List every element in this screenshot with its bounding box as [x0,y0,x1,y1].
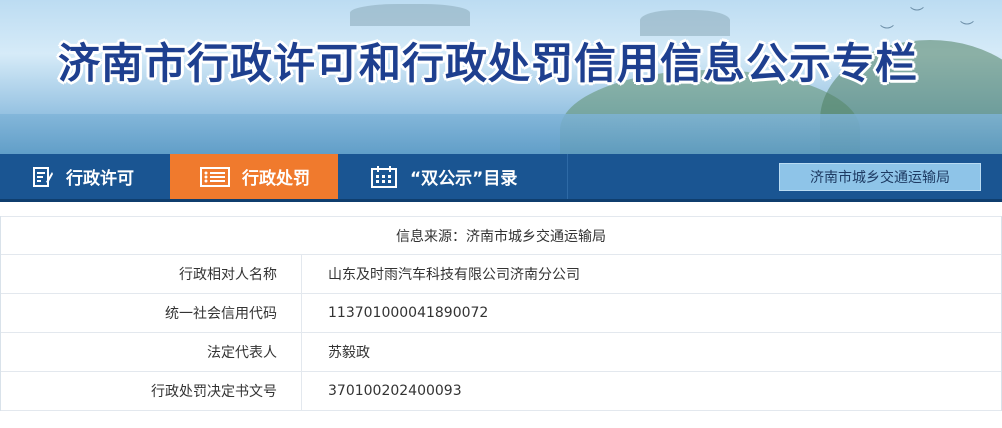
page-title: 济南市行政许可和行政处罚信用信息公示专栏 [58,39,919,88]
field-value: 11370100004189007​2 [328,305,489,321]
field-value: 苏毅政 [328,345,370,361]
tab-administrative-penalty[interactable]: 行政处罚 [170,154,338,199]
bird-icon: ︶ [910,7,924,23]
banner-water [0,114,1002,154]
header-banner: ︶ ︶ ︶ 济南市行政许可和行政处罚信用信息公示专栏 [0,0,1002,154]
field-label: 行政相对人名称 [1,255,302,293]
table-row: 统一社会信用代码 11370100004189007​2 [1,294,1001,333]
detail-panel: 信息来源：济南市城乡交通运输局 行政相对人名称 山东及时雨汽车科技有限公司济南分… [0,216,1002,411]
department-button[interactable]: 济南市城乡交通运输局 [779,163,981,191]
list-icon [200,166,230,188]
field-value: 370100202400093 [328,383,462,399]
tab-label: 行政许可 [66,169,134,189]
field-label: 行政处罚决定书文号 [1,372,302,410]
edit-doc-icon [32,166,54,188]
tab-administrative-license[interactable]: 行政许可 [0,154,170,199]
calendar-icon [370,165,398,188]
field-label: 法定代表人 [1,333,302,371]
field-value: 山东及时雨汽车科技有限公司济南分公司 [328,267,580,283]
tab-label: 行政处罚 [242,169,310,189]
main-nav: 行政许可 行政处罚 “双公示”目录 济南市城乡交通运输局 [0,154,1002,202]
tab-double-publicity-catalog[interactable]: “双公示”目录 [338,154,568,199]
tab-label: “双公示”目录 [410,169,518,189]
info-source: 信息来源：济南市城乡交通运输局 [1,216,1001,255]
table-row: 行政处罚决定书文号 370100202400093 [1,372,1001,411]
bird-icon: ︶ [960,21,974,37]
banner-pavilion [350,4,470,26]
table-row: 行政相对人名称 山东及时雨汽车科技有限公司济南分公司 [1,255,1001,294]
nav-divider [567,154,568,199]
table-row: 法定代表人 苏毅政 [1,333,1001,372]
field-label: 统一社会信用代码 [1,294,302,332]
